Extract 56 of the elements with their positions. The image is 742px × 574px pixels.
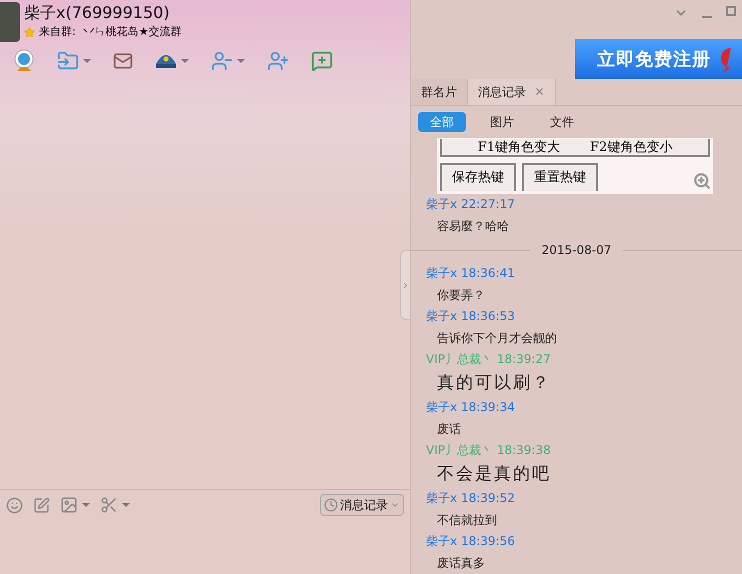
register-label: 立即免费注册: [597, 48, 711, 72]
message-text: 告诉你下个月才会靓的: [436, 330, 558, 347]
collapse-handle[interactable]: [400, 250, 410, 320]
scissors-icon[interactable]: [100, 496, 118, 514]
message-sender: 柴子x 18:36:53: [425, 308, 516, 325]
message-sender: VIP丿总裁丶 18:39:38: [425, 442, 552, 459]
message-sender: 柴子x 18:39:56: [425, 533, 516, 550]
filter-tab[interactable]: 文件: [538, 112, 586, 132]
message-text: 废话真多: [436, 555, 486, 572]
emoji-icon[interactable]: [6, 496, 23, 514]
panel-tab[interactable]: 群名片: [411, 79, 468, 105]
caret-icon[interactable]: [83, 59, 91, 63]
mail-icon[interactable]: [113, 51, 133, 71]
clock-icon: [324, 498, 338, 512]
webcam-icon[interactable]: [13, 49, 35, 73]
message-text: 不会是真的吧: [436, 463, 552, 486]
police-hat-icon[interactable]: [155, 52, 177, 70]
register-banner[interactable]: 立即免费注册: [575, 39, 742, 80]
date-divider-text: 2015-08-07: [542, 242, 612, 259]
add-message-icon[interactable]: [311, 50, 333, 72]
group-name: 丷ㄣ桃花岛★交流群: [84, 24, 182, 40]
window-title: 柴子x(769999150): [24, 2, 171, 24]
caret-icon[interactable]: [237, 59, 245, 63]
screenshot-image[interactable]: F1键角色变大 F2键角色变小 保存热键 重置热键: [437, 138, 713, 194]
image-text: F1键角色变大: [478, 140, 560, 154]
message-text: 废话: [436, 421, 462, 438]
caret-icon[interactable]: [122, 503, 130, 507]
message-text: 你要弄？: [436, 287, 486, 304]
message-sender: VIP丿总裁丶 18:39:27: [425, 351, 552, 368]
message-sender: 柴子x 18:39:52: [425, 490, 516, 507]
image-icon[interactable]: [60, 496, 78, 514]
message-history-button[interactable]: 消息记录: [320, 494, 404, 516]
edit-icon[interactable]: [33, 496, 50, 514]
image-text: F2键角色变小: [590, 140, 672, 154]
close-icon[interactable]: [534, 86, 545, 98]
folder-transfer-icon[interactable]: [57, 50, 79, 72]
maximize-icon[interactable]: [726, 6, 736, 16]
message-text: 容易麼？哈哈: [436, 218, 510, 235]
message-sender: 柴子x 18:36:41: [425, 265, 516, 282]
filter-tab[interactable]: 图片: [478, 112, 526, 132]
caret-icon[interactable]: [181, 59, 189, 63]
message-sender: 柴子x 22:27:17: [425, 196, 516, 213]
image-text: 保存热键: [440, 163, 516, 191]
caret-icon[interactable]: [82, 503, 90, 507]
star-icon: [24, 26, 35, 38]
chevron-right-icon: [401, 280, 410, 290]
add-user-icon[interactable]: [267, 50, 289, 72]
zoom-in-icon[interactable]: [693, 172, 711, 190]
speech-bubble-icon: [719, 46, 731, 72]
remove-user-icon[interactable]: [211, 50, 233, 72]
panel-tab[interactable]: 消息记录: [468, 79, 556, 105]
image-text: 重置热键: [522, 163, 598, 191]
message-text: 真的可以刷？: [436, 372, 552, 395]
group-label: 来自群:: [39, 24, 76, 40]
message-text: 不信就拉到: [436, 512, 498, 529]
message-sender: 柴子x 18:39:34: [425, 399, 516, 416]
